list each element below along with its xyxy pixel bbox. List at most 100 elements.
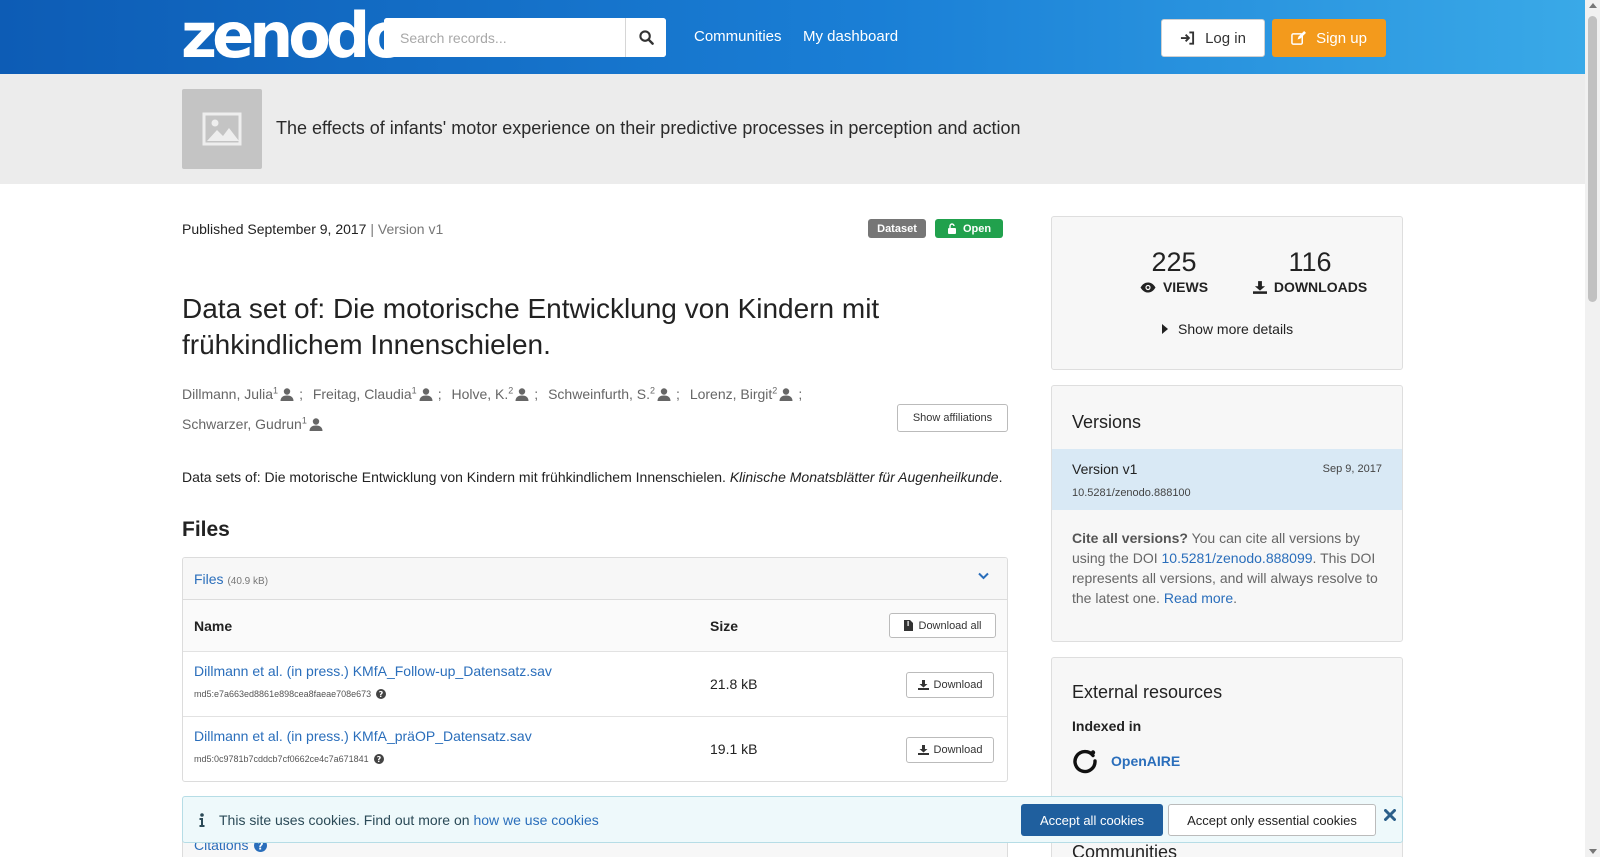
separator: ; xyxy=(437,385,442,402)
cookie-text-body: This site uses cookies. Find out more on xyxy=(219,812,474,828)
cookie-policy-link[interactable]: how we use cookies xyxy=(473,812,598,828)
caret-right-icon xyxy=(1162,324,1168,334)
question-circle-icon[interactable]: ? xyxy=(376,689,387,699)
author-name[interactable]: Schweinfurth, S. xyxy=(548,386,650,402)
community-logo-placeholder[interactable] xyxy=(182,89,262,169)
community-title[interactable]: The effects of infants' motor experience… xyxy=(276,118,1021,139)
user-icon xyxy=(779,387,793,401)
download-all-label: Download all xyxy=(918,619,982,632)
published-date: September 9, 2017 xyxy=(247,221,367,237)
search-input[interactable] xyxy=(384,18,625,57)
views-label-row: VIEWS xyxy=(1114,279,1234,295)
download-label: Download xyxy=(933,679,983,691)
top-header: zenodo Communities My dashboard Log in S… xyxy=(0,0,1600,74)
views-stat: 225 VIEWS xyxy=(1114,247,1234,295)
openaire-link[interactable]: OpenAIRE xyxy=(1072,748,1180,774)
close-icon[interactable] xyxy=(1384,809,1396,821)
scrollbar-thumb[interactable] xyxy=(1588,16,1597,302)
user-icon xyxy=(419,387,433,401)
nav-my-dashboard[interactable]: My dashboard xyxy=(803,28,898,45)
user-icon xyxy=(657,387,671,401)
show-more-label: Show more details xyxy=(1178,321,1294,337)
signup-button[interactable]: Sign up xyxy=(1272,19,1386,57)
files-heading: Files xyxy=(182,518,230,541)
search-bar xyxy=(384,18,666,57)
separator: ; xyxy=(534,385,539,402)
file-size: 19.1 kB xyxy=(710,741,758,757)
scroll-up-arrow[interactable] xyxy=(1589,3,1597,8)
author-name[interactable]: Lorenz, Birgit xyxy=(690,386,772,402)
show-affiliations-button[interactable]: Show affiliations xyxy=(897,404,1008,432)
author[interactable]: Dillmann, Julia1 xyxy=(182,385,294,402)
description-end: . xyxy=(998,469,1003,485)
file-link[interactable]: Dillmann et al. (in press.) KMfA_präOP_D… xyxy=(194,728,532,744)
cite-all-versions: Cite all versions? You can cite all vers… xyxy=(1072,528,1388,608)
eye-icon xyxy=(1140,282,1156,292)
info-icon xyxy=(199,813,205,827)
download-all-button[interactable]: Download all xyxy=(889,613,996,638)
download-label: Download xyxy=(933,744,983,756)
external-resources-heading: External resources xyxy=(1072,682,1223,702)
show-more-details-toggle[interactable]: Show more details xyxy=(1162,321,1293,337)
affiliation-number: 1 xyxy=(301,415,307,426)
author[interactable]: Schwarzer, Gudrun1 xyxy=(182,416,323,432)
nav-communities[interactable]: Communities xyxy=(694,28,782,45)
concept-doi-link[interactable]: 10.5281/zenodo.888099 xyxy=(1162,550,1313,566)
file-link[interactable]: Dillmann et al. (in press.) KMfA_Follow-… xyxy=(194,663,552,679)
accept-all-cookies-button[interactable]: Accept all cookies xyxy=(1021,804,1163,836)
login-label: Log in xyxy=(1205,29,1246,47)
image-icon xyxy=(202,112,242,146)
record-title: Data set of: Die motorische Entwicklung … xyxy=(182,293,880,360)
files-panel-title[interactable]: Files (40.9 kB) xyxy=(194,571,268,587)
login-button[interactable]: Log in xyxy=(1161,19,1265,57)
user-icon xyxy=(515,387,529,401)
column-name: Name xyxy=(194,618,233,634)
version-name[interactable]: Version v1 xyxy=(1072,461,1137,477)
views-count: 225 xyxy=(1151,247,1197,277)
openaire-label[interactable]: OpenAIRE xyxy=(1111,753,1180,769)
zenodo-logo[interactable]: zenodo xyxy=(181,4,408,68)
separator: ; xyxy=(299,385,303,402)
author[interactable]: Lorenz, Birgit2 xyxy=(690,385,794,402)
description-text: Data sets of: Die motorische Entwicklung… xyxy=(182,469,730,485)
chevron-down-icon[interactable] xyxy=(978,572,989,580)
separator: ; xyxy=(676,385,680,402)
download-button[interactable]: Download xyxy=(906,737,994,763)
access-badge: Open xyxy=(935,219,1003,238)
version-item-current[interactable]: Version v1 Sep 9, 2017 10.5281/zenodo.88… xyxy=(1052,449,1402,510)
accept-essential-cookies-button[interactable]: Accept only essential cookies xyxy=(1168,804,1376,836)
cite-all-label: Cite all versions? xyxy=(1072,530,1188,546)
author-name[interactable]: Freitag, Claudia xyxy=(313,386,412,402)
download-button[interactable]: Download xyxy=(906,672,994,698)
sign-in-icon xyxy=(1181,31,1195,45)
versions-heading: Versions xyxy=(1072,412,1142,432)
author-name[interactable]: Schwarzer, Gudrun xyxy=(182,416,302,432)
file-checksum: md5:e7a663ed8861e898cea8faeae708e673 ? xyxy=(194,689,387,699)
author[interactable]: Holve, K.2 xyxy=(451,385,529,402)
question-circle-icon[interactable]: ? xyxy=(373,754,384,764)
download-icon xyxy=(917,680,929,690)
resource-type-label: Dataset xyxy=(877,222,917,235)
file-row: Dillmann et al. (in press.) KMfA_Follow-… xyxy=(183,652,1007,717)
cookie-banner: This site uses cookies. Find out more on… xyxy=(182,796,1403,843)
published-prefix: Published xyxy=(182,221,244,237)
files-table-header: Name Size Download all xyxy=(183,600,1007,652)
scroll-down-arrow[interactable] xyxy=(1589,849,1597,854)
cookie-text: This site uses cookies. Find out more on… xyxy=(219,812,599,828)
files-panel-header[interactable]: Files (40.9 kB) xyxy=(183,558,1007,600)
stats-card: 225 VIEWS 116 DOWNLOADS Show more detail… xyxy=(1051,216,1403,370)
affiliation-number: 2 xyxy=(650,385,656,395)
author[interactable]: Freitag, Claudia1 xyxy=(313,385,433,402)
search-button[interactable] xyxy=(625,18,666,57)
files-panel: Files (40.9 kB) Name Size Download all D… xyxy=(182,557,1008,782)
download-icon xyxy=(917,745,929,755)
author-name[interactable]: Dillmann, Julia xyxy=(182,386,273,402)
openaire-logo-icon xyxy=(1073,749,1097,774)
download-icon xyxy=(1252,280,1267,294)
page-scrollbar[interactable] xyxy=(1585,0,1600,857)
author[interactable]: Schweinfurth, S.2 xyxy=(548,385,671,402)
column-size: Size xyxy=(710,618,739,634)
author-name[interactable]: Holve, K. xyxy=(451,386,508,402)
read-more-link[interactable]: Read more xyxy=(1164,590,1233,606)
cite-end: . xyxy=(1233,590,1237,606)
